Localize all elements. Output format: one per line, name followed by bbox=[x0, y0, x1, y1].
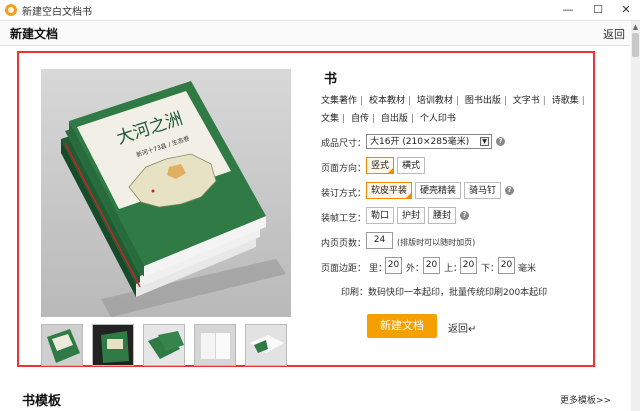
dropdown-arrow-icon: ▼ bbox=[480, 137, 489, 146]
margin-inner-input[interactable]: 20 bbox=[385, 257, 402, 274]
preview-thumbnail[interactable] bbox=[41, 324, 83, 366]
category-link[interactable]: 自传 bbox=[351, 114, 369, 124]
vertical-scrollbar[interactable]: ▲ bbox=[631, 21, 640, 411]
craft-label: 装帧工艺： bbox=[321, 214, 367, 224]
binding-softcover[interactable]: 软皮平装 bbox=[366, 182, 413, 199]
binding-label: 装订方式： bbox=[321, 189, 367, 199]
craft-flap[interactable]: 勒口 bbox=[366, 207, 395, 224]
help-icon[interactable]: ? bbox=[505, 186, 514, 195]
category-link[interactable]: 诗歌集 bbox=[552, 96, 579, 106]
create-document-button[interactable]: 新建文档 bbox=[367, 314, 437, 338]
orientation-landscape[interactable]: 横式 bbox=[397, 157, 426, 174]
templates-section-title: 书模板 bbox=[22, 394, 62, 409]
preview-thumbnail[interactable] bbox=[245, 324, 287, 366]
category-link[interactable]: 培训教材 bbox=[417, 96, 453, 106]
category-link[interactable]: 文字书 bbox=[513, 96, 540, 106]
back-button[interactable]: 返回 bbox=[603, 26, 625, 42]
category-list: 文集著作 | 校本教材 | 培训教材 | 图书出版 | 文字书 | 诗歌集 | 文集 | 自传… bbox=[321, 96, 585, 124]
preview-thumbnail[interactable] bbox=[194, 324, 236, 366]
book-preview-image: 大河之洲 新河十73县 / 生态卷 bbox=[41, 69, 291, 317]
category-link[interactable]: 文集著作 bbox=[321, 96, 357, 106]
back-link[interactable]: 返回↵ bbox=[448, 320, 476, 335]
more-templates-link[interactable]: 更多模板>> bbox=[560, 393, 611, 406]
help-icon[interactable]: ? bbox=[496, 137, 505, 146]
binding-hardcover[interactable]: 硬壳精装 bbox=[415, 182, 462, 199]
orientation-label: 页面方向： bbox=[321, 164, 367, 174]
maximize-button[interactable]: ☐ bbox=[584, 0, 612, 20]
category-link[interactable]: 校本教材 bbox=[369, 96, 405, 106]
window-titlebar: 新建空白文档书 — ☐ ✕ bbox=[0, 0, 640, 21]
margin-bottom-label: 下： bbox=[481, 264, 500, 274]
pages-note: (排版时可以随时加页) bbox=[397, 238, 476, 247]
margin-unit: 毫米 bbox=[518, 264, 537, 274]
help-icon[interactable]: ? bbox=[460, 211, 469, 220]
category-link[interactable]: 图书出版 bbox=[465, 96, 501, 106]
pages-input[interactable]: 24 bbox=[366, 232, 393, 249]
category-link[interactable]: 个人印书 bbox=[420, 114, 456, 124]
size-select[interactable]: 大16开 (210×285毫米) ▼ bbox=[366, 134, 492, 149]
new-book-panel: 大河之洲 新河十73县 / 生态卷 书 文集著作 | 校本教材 | 培训教材 | 图书… bbox=[17, 51, 595, 367]
craft-belly-band[interactable]: 腰封 bbox=[428, 207, 457, 224]
page-title: 新建文档 bbox=[10, 27, 59, 41]
book-type-title: 书 bbox=[324, 72, 338, 87]
preview-thumbnail[interactable] bbox=[92, 324, 134, 366]
binding-saddle-stitch[interactable]: 骑马钉 bbox=[464, 182, 502, 199]
margin-bottom-input[interactable]: 20 bbox=[498, 257, 515, 274]
scrollbar-thumb[interactable] bbox=[632, 33, 639, 57]
margin-top-input[interactable]: 20 bbox=[460, 257, 477, 274]
craft-jacket[interactable]: 护封 bbox=[397, 207, 426, 224]
app-logo-icon bbox=[5, 4, 17, 16]
margin-label: 页面边距： bbox=[321, 264, 367, 274]
page-header: 新建文档 返回 bbox=[0, 21, 630, 46]
print-note: 印刷：数码快印一本起印，批量传统印刷200本起印 bbox=[341, 288, 548, 298]
margin-outer-label: 外： bbox=[406, 264, 425, 274]
scroll-up-icon[interactable]: ▲ bbox=[631, 23, 640, 31]
category-link[interactable]: 文集 bbox=[321, 114, 339, 124]
close-button[interactable]: ✕ bbox=[612, 0, 640, 20]
category-link[interactable]: 自出版 bbox=[381, 114, 408, 124]
size-label: 成品尺寸： bbox=[321, 139, 367, 149]
pages-label: 内页页数： bbox=[321, 239, 367, 249]
window-title: 新建空白文档书 bbox=[22, 7, 92, 18]
minimize-button[interactable]: — bbox=[554, 0, 582, 20]
margin-outer-input[interactable]: 20 bbox=[423, 257, 440, 274]
size-value: 大16开 (210×285毫米) bbox=[370, 137, 470, 147]
orientation-portrait[interactable]: 竖式 bbox=[366, 157, 395, 174]
preview-thumbnail[interactable] bbox=[143, 324, 185, 366]
